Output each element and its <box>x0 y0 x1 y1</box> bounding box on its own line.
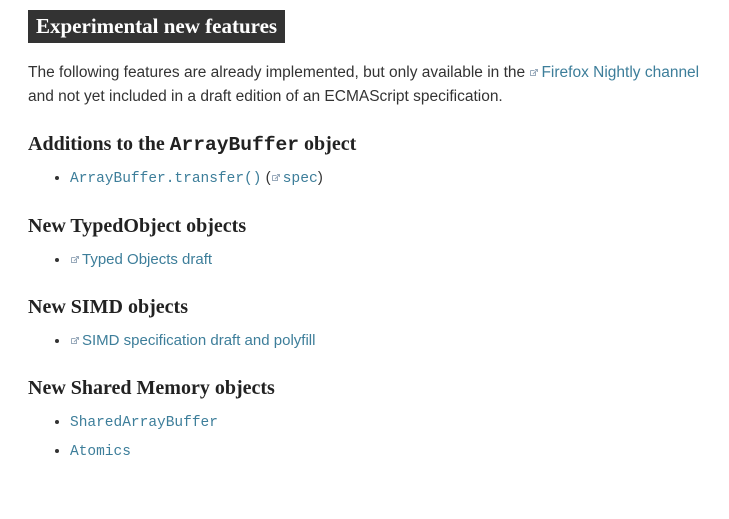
subhead-typedobject: New TypedObject objects <box>28 215 701 238</box>
list-item: SharedArrayBuffer <box>70 408 701 437</box>
list-item: Typed Objects draft <box>70 246 701 274</box>
typed-objects-draft-text: Typed Objects draft <box>82 251 212 268</box>
list-item: ArrayBuffer.transfer() ( spec) <box>70 164 701 193</box>
intro-text-2: and not yet included in a draft edition … <box>28 88 503 105</box>
simd-list: SIMD specification draft and polyfill <box>28 327 701 355</box>
simd-spec-link[interactable]: SIMD specification draft and polyfill <box>70 332 315 349</box>
intro-text-1: The following features are already imple… <box>28 64 525 81</box>
paren-open: ( <box>261 169 270 186</box>
list-item: SIMD specification draft and polyfill <box>70 327 701 355</box>
paren-close: ) <box>318 169 323 186</box>
subhead-arraybuffer-prefix: Additions to the <box>28 133 170 155</box>
external-link-icon <box>529 61 539 85</box>
spec-link-text: spec <box>283 171 318 187</box>
external-link-icon <box>70 246 80 274</box>
document-content: Experimental new features The following … <box>0 0 729 495</box>
arraybuffer-list: ArrayBuffer.transfer() ( spec) <box>28 164 701 193</box>
typedobject-list: Typed Objects draft <box>28 246 701 274</box>
external-link-icon <box>70 327 80 355</box>
typed-objects-draft-link[interactable]: Typed Objects draft <box>70 251 212 268</box>
subhead-simd: New SIMD objects <box>28 296 701 319</box>
spec-link[interactable]: spec <box>271 169 318 186</box>
subhead-arraybuffer-suffix: object <box>299 133 356 155</box>
shared-memory-list: SharedArrayBuffer Atomics <box>28 408 701 466</box>
section-heading-experimental: Experimental new features <box>28 10 285 43</box>
sharedarraybuffer-link[interactable]: SharedArrayBuffer <box>70 415 218 431</box>
list-item: Atomics <box>70 437 701 466</box>
atomics-link[interactable]: Atomics <box>70 444 131 460</box>
subhead-arraybuffer-code: ArrayBuffer <box>170 134 299 156</box>
subhead-shared-memory: New Shared Memory objects <box>28 377 701 400</box>
arraybuffer-transfer-link[interactable]: ArrayBuffer.transfer() <box>70 171 261 187</box>
subhead-arraybuffer: Additions to the ArrayBuffer object <box>28 133 701 156</box>
firefox-nightly-link-text: Firefox Nightly channel <box>541 64 699 81</box>
intro-paragraph: The following features are already imple… <box>28 61 701 109</box>
firefox-nightly-link[interactable]: Firefox Nightly channel <box>529 64 699 81</box>
simd-spec-text: SIMD specification draft and polyfill <box>82 332 315 349</box>
external-link-icon <box>271 164 281 192</box>
